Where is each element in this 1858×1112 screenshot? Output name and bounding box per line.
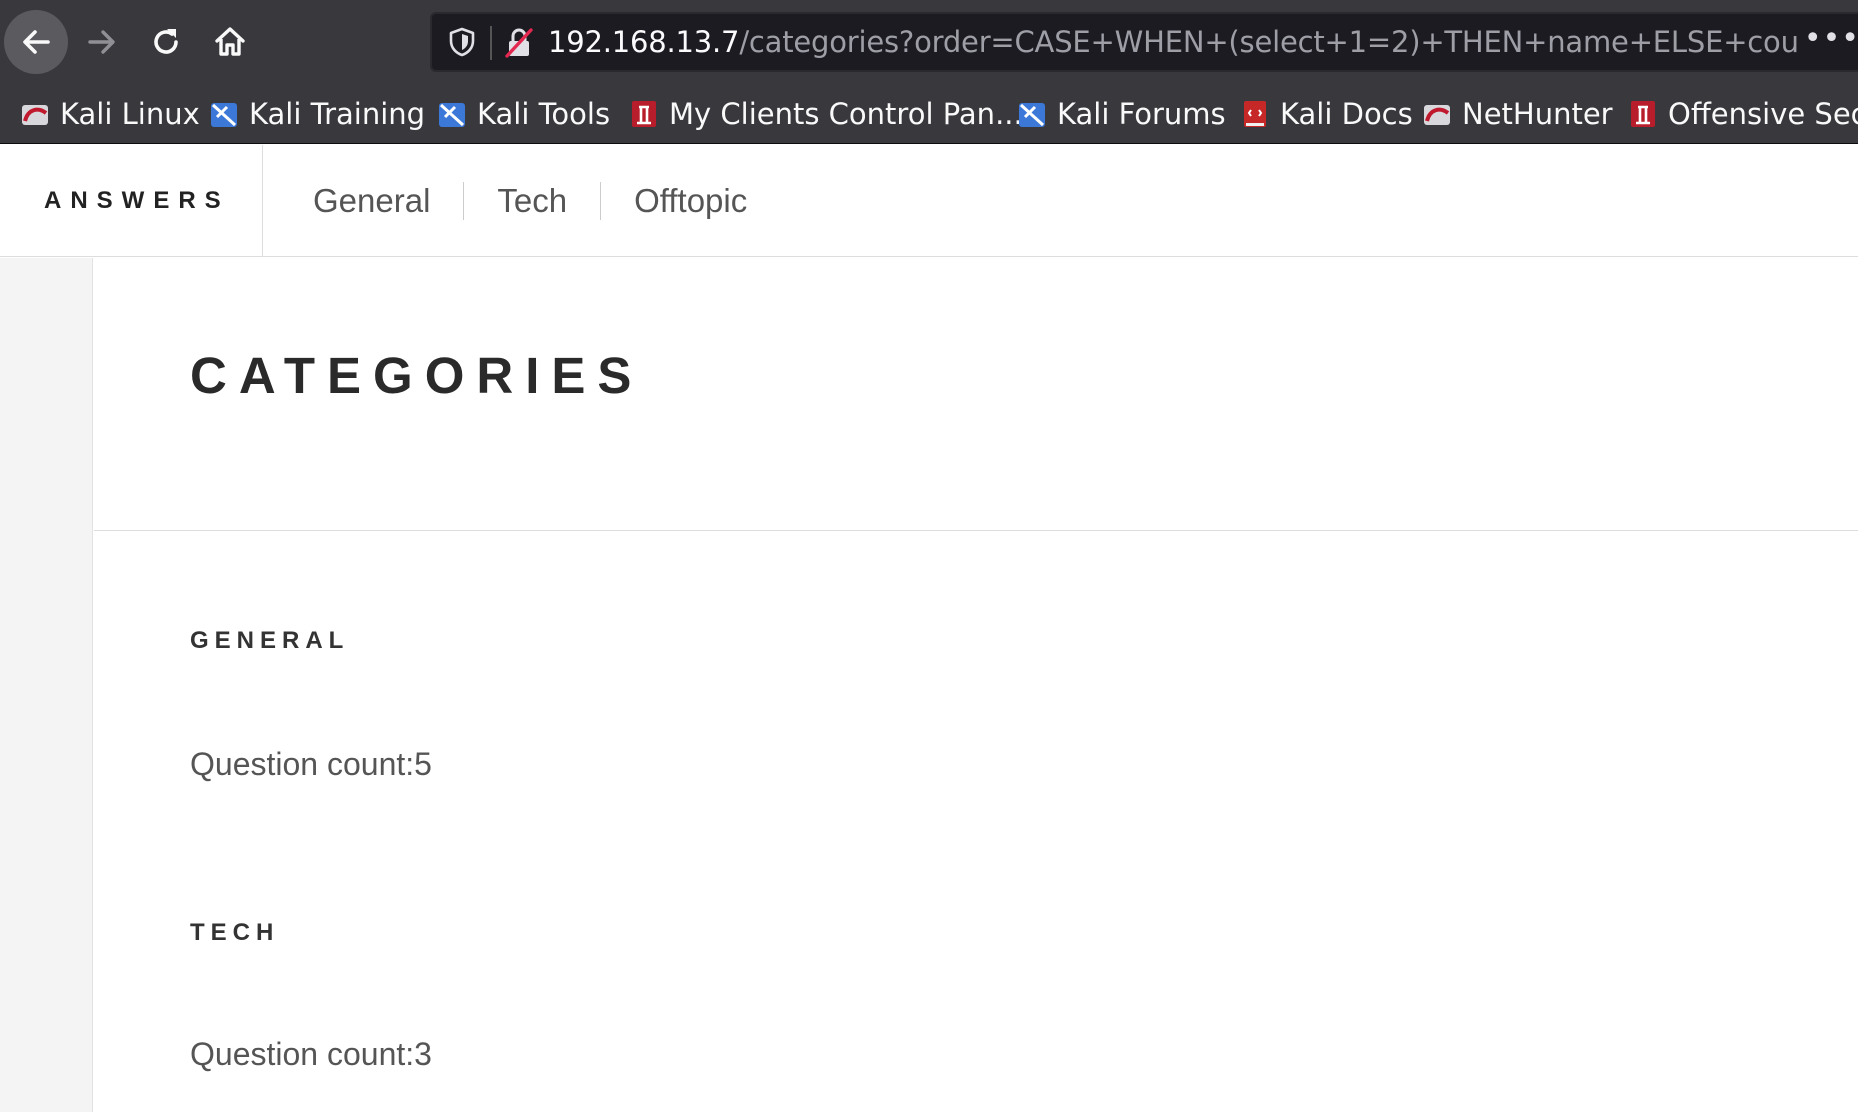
insecure-lock-icon[interactable] xyxy=(502,26,536,60)
page-actions-menu[interactable]: ••• xyxy=(1798,14,1858,70)
kali-blue-icon xyxy=(211,103,237,127)
page-title: CATEGORIES xyxy=(190,347,644,404)
tracking-shield-icon[interactable] xyxy=(446,26,478,58)
category-count-general: Question count:5 xyxy=(190,746,432,782)
left-gutter xyxy=(0,258,93,1112)
kali-blue-icon xyxy=(1019,103,1045,127)
nav-tech[interactable]: Tech xyxy=(464,182,600,220)
url-text[interactable]: 192.168.13.7/categories?order=CASE+WHEN+… xyxy=(548,14,1858,70)
reload-icon xyxy=(154,29,178,54)
nav-offtopic[interactable]: Offtopic xyxy=(601,182,780,220)
offsec-icon xyxy=(632,101,656,127)
bookmark-label: Offensive Secu xyxy=(1668,97,1858,131)
arrow-right-icon xyxy=(88,30,115,54)
docs-book-icon xyxy=(1244,101,1266,127)
url-path: /categories?order=CASE+WHEN+(select+1=2)… xyxy=(739,25,1858,59)
reload-button[interactable] xyxy=(134,10,198,74)
nav-general[interactable]: General xyxy=(263,182,463,220)
site-header: ANSWERS General Tech Offtopic xyxy=(0,145,1858,257)
category-name-general[interactable]: GENERAL xyxy=(190,627,349,655)
bookmark-kali-training[interactable]: Kali Training xyxy=(209,84,426,143)
bookmark-label: Kali Docs xyxy=(1280,97,1413,131)
offsec-icon xyxy=(1631,101,1655,127)
browser-toolbar: 192.168.13.7/categories?order=CASE+WHEN+… xyxy=(0,0,1858,84)
main-content: CATEGORIES GENERAL Question count:5 TECH… xyxy=(94,258,1858,1112)
kali-blue-icon xyxy=(439,103,465,127)
bookmark-my-clients[interactable]: My Clients Control Pan... xyxy=(629,84,1023,143)
bookmark-nethunter[interactable]: NetHunter xyxy=(1422,84,1613,143)
bookmark-offensive-security[interactable]: Offensive Secu xyxy=(1628,84,1858,143)
kali-dragon-icon xyxy=(22,105,48,125)
kali-dragon-icon xyxy=(1424,105,1450,125)
bookmark-label: NetHunter xyxy=(1462,97,1613,131)
bookmark-label: Kali Forums xyxy=(1057,97,1226,131)
site-logo[interactable]: ANSWERS xyxy=(0,145,263,257)
bookmark-label: Kali Linux xyxy=(60,97,200,131)
category-count-tech: Question count:3 xyxy=(190,1036,432,1072)
url-host: 192.168.13.7 xyxy=(548,25,740,59)
bookmark-kali-docs[interactable]: Kali Docs xyxy=(1240,84,1413,143)
url-separator xyxy=(490,26,492,60)
title-divider xyxy=(94,530,1858,531)
bookmark-kali-forums[interactable]: Kali Forums xyxy=(1017,84,1226,143)
forward-button[interactable] xyxy=(70,10,134,74)
bookmark-label: My Clients Control Pan... xyxy=(669,97,1023,131)
bookmark-label: Kali Tools xyxy=(477,97,611,131)
bookmarks-toolbar: Kali Linux Kali Training Kali Tools My C… xyxy=(0,84,1858,144)
bookmark-label: Kali Training xyxy=(249,97,426,131)
address-bar[interactable]: 192.168.13.7/categories?order=CASE+WHEN+… xyxy=(430,12,1858,72)
category-name-tech[interactable]: TECH xyxy=(190,919,279,947)
home-button[interactable] xyxy=(198,10,262,74)
arrow-left-icon xyxy=(23,30,50,54)
main-nav: General Tech Offtopic xyxy=(263,145,780,257)
bookmark-kali-tools[interactable]: Kali Tools xyxy=(437,84,611,143)
bookmark-kali-linux[interactable]: Kali Linux xyxy=(20,84,200,143)
back-button[interactable] xyxy=(4,10,68,74)
home-icon xyxy=(215,27,245,56)
